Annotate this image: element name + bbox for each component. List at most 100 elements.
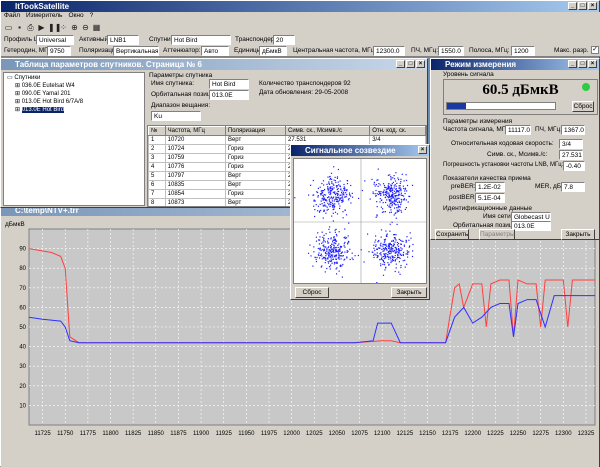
meas-if-field[interactable]: 1367.0 (561, 125, 585, 135)
x-tick-label: 12100 (374, 431, 391, 437)
quality-header: Показатели качества приема (443, 175, 531, 182)
table-cell: Верт (224, 171, 287, 181)
table-cell: 10724 (164, 144, 226, 154)
table-cell: Гориз (224, 189, 287, 199)
symrate-label: Симв. ск., Мсимв./с: (487, 151, 548, 158)
cf-label: Центральная частота, МГц: (293, 47, 377, 54)
y-axis-label: дБмкВ (5, 221, 25, 228)
pol-select[interactable]: Вертикальная (113, 46, 159, 56)
x-tick-label: 12325 (578, 431, 595, 437)
constellation-plot (293, 158, 427, 284)
minimize-icon[interactable]: _ (568, 60, 577, 68)
col-freq[interactable]: Частота, МГц (164, 126, 226, 136)
constellation-close-button[interactable]: Закрыть (391, 287, 427, 298)
level-header: Уровень сигнала (443, 71, 494, 78)
tree-item-selected[interactable]: ⊞ 013.0E Hot Bird (7, 106, 141, 114)
table-cell: 10854 (164, 189, 226, 199)
zoom-in-icon[interactable]: ⊕ (69, 22, 80, 33)
lo-select[interactable]: 9750 (47, 46, 71, 56)
save-icon[interactable]: ▪ (14, 22, 25, 33)
x-tick-label: 11800 (102, 431, 119, 437)
level-reset-button[interactable]: Сброс (572, 101, 594, 112)
menu-window[interactable]: Окно (68, 12, 83, 22)
transponder-select[interactable]: 20 (273, 35, 295, 45)
att-label: Аттенюатор: (163, 47, 201, 54)
active-select[interactable]: LNB1 (107, 35, 139, 45)
maxhold-checkbox[interactable]: ✓ (591, 46, 599, 54)
maximize-icon[interactable]: □ (578, 60, 587, 68)
menu-meter[interactable]: Измеритель (26, 12, 62, 22)
x-tick-label: 11925 (216, 431, 233, 437)
constellation-icon[interactable]: ⁘ (58, 22, 69, 33)
pause-icon[interactable]: ❚❚ (47, 22, 61, 33)
col-num[interactable]: № (148, 126, 166, 136)
maximize-icon[interactable]: □ (578, 2, 587, 10)
params-button[interactable]: Параметры (479, 229, 515, 240)
minimize-icon[interactable]: _ (568, 2, 577, 10)
tree-item[interactable]: ⊞ 013.0E Hot Bird 6/7A/8 (7, 98, 141, 106)
save-button[interactable]: Сохранить (435, 229, 469, 240)
close-icon[interactable]: × (588, 2, 597, 10)
tree-item[interactable]: ⊞ 036.0E Eutelsat W4 (7, 82, 141, 90)
chart-icon[interactable]: ▦ (91, 22, 102, 33)
postber-label: postBER: (449, 194, 477, 201)
sat-name-field[interactable]: Hot Bird (209, 79, 249, 89)
meas-close-button[interactable]: Закрыть (561, 229, 595, 240)
table-cell: 10797 (164, 171, 226, 181)
open-icon[interactable]: ▭ (3, 22, 14, 33)
symrate-field[interactable]: 27.531 (559, 150, 583, 160)
col-pol[interactable]: Поляризация (224, 126, 287, 136)
att-select[interactable]: Авто (201, 46, 229, 56)
postber-field[interactable]: 5.1E-04 (475, 193, 505, 203)
tree-item[interactable]: ⊞ 090.0E Yamal 201 (7, 90, 141, 98)
id-header: Идентификационные данные (443, 205, 532, 212)
profile-select[interactable]: Universal (36, 35, 74, 45)
x-tick-label: 12250 (510, 431, 527, 437)
x-tick-label: 12275 (532, 431, 549, 437)
table-cell: 3 (148, 153, 166, 163)
param-toolbar: Профиль LNB: Universal Активный: LNB1 Сп… (1, 35, 600, 57)
menu-help[interactable]: ? (90, 12, 94, 22)
band-label: Диапазон вещания: (151, 102, 211, 109)
code-rate-field[interactable]: 3/4 (559, 139, 583, 149)
cf-input[interactable]: 12300.0 (373, 46, 405, 56)
constellation-points (294, 166, 414, 283)
play-icon[interactable]: ▶ (36, 22, 47, 33)
orbit-field[interactable]: 013.0E (209, 90, 249, 100)
print-icon[interactable]: ⎙ (25, 22, 36, 33)
menu-file[interactable]: Файл (4, 12, 20, 22)
x-tick-label: 11850 (148, 431, 165, 437)
zoom-out-icon[interactable]: ⊖ (80, 22, 91, 33)
x-tick-label: 11825 (125, 431, 142, 437)
sig-freq-field[interactable]: 11117.0 (505, 125, 531, 135)
constellation-reset-button[interactable]: Сброс (295, 287, 329, 298)
meas-window-title: Режим измерения (445, 60, 517, 69)
satellite-tree[interactable]: ▭ Спутники ⊞ 036.0E Eutelsat W4 ⊞ 090.0E… (3, 72, 145, 206)
close-icon[interactable]: × (416, 60, 425, 68)
close-icon[interactable]: × (588, 60, 597, 68)
lnb-err-field[interactable]: -0.40 (563, 161, 585, 171)
x-tick-label: 11975 (261, 431, 278, 437)
col-symrate[interactable]: Симв. ск., Мсимв./с (284, 126, 371, 136)
span-input[interactable]: 1200 (511, 46, 535, 56)
col-coderate[interactable]: Отн. код. ск. (369, 126, 426, 136)
close-icon[interactable]: × (418, 146, 427, 154)
preber-field[interactable]: 1.2E-02 (475, 182, 505, 192)
code-rate-label: Относительная кодовая скорость: (451, 140, 554, 147)
minimize-icon[interactable]: _ (396, 60, 405, 68)
units-select[interactable]: дБмкВ (259, 46, 287, 56)
mer-field[interactable]: 7.8 (561, 182, 585, 192)
tree-root[interactable]: ▭ Спутники (7, 74, 141, 82)
meas-orbit-field[interactable]: 013.0E (511, 221, 551, 231)
maximize-icon[interactable]: □ (406, 60, 415, 68)
y-tick-label: 80 (19, 266, 26, 272)
table-cell: 10759 (164, 153, 226, 163)
if-input[interactable]: 1550.0 (438, 46, 464, 56)
lo-label: Гетеродин, МГц: (4, 47, 54, 54)
level-readout: 60.5 дБмкВ (482, 82, 559, 98)
params-header: Параметры измерения (443, 118, 513, 125)
band-select[interactable]: Ku (151, 111, 201, 121)
satellite-select[interactable]: Hot Bird (171, 35, 231, 45)
x-tick-label: 11950 (238, 431, 255, 437)
meas-if-label: ПЧ, МГц: (535, 126, 563, 133)
